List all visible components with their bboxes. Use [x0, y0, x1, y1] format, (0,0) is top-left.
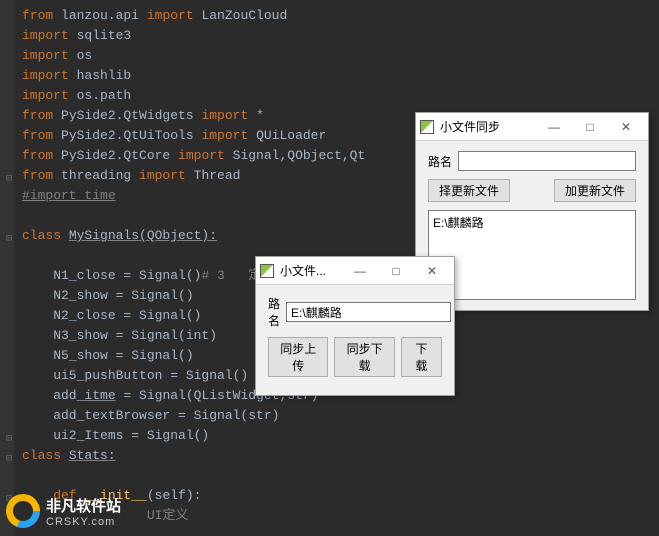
path-input[interactable]	[458, 151, 636, 171]
window-title: 小文件同步	[440, 118, 500, 135]
app-icon	[420, 120, 434, 134]
file-list[interactable]: E:\麒麟路	[428, 210, 636, 300]
list-item[interactable]: E:\麒麟路	[433, 213, 631, 232]
class-mysignals: MySignals(QObject):	[69, 228, 217, 243]
watermark-url: CRSKY.com	[46, 516, 121, 528]
maximize-button[interactable]: □	[378, 259, 414, 283]
watermark-title: 非凡软件站	[46, 495, 121, 516]
dialog-sync-small[interactable]: 小文件... — □ ✕ 路名 同步上传 同步下载 下载	[255, 256, 455, 396]
close-button[interactable]: ✕	[608, 115, 644, 139]
maximize-button[interactable]: □	[572, 115, 608, 139]
path-label: 路名	[428, 153, 452, 170]
titlebar[interactable]: 小文件... — □ ✕	[256, 257, 454, 285]
sync-upload-button[interactable]: 同步上传	[268, 337, 328, 377]
commented-import: #import time	[22, 188, 116, 203]
watermark: 非凡软件站 CRSKY.com	[6, 494, 121, 528]
sync-download-button[interactable]: 同步下载	[334, 337, 394, 377]
kw-from: from	[22, 8, 61, 23]
close-button[interactable]: ✕	[414, 259, 450, 283]
download-button[interactable]: 下载	[401, 337, 442, 377]
class-stats: Stats:	[69, 448, 116, 463]
select-new-file-button[interactable]: 择更新文件	[428, 179, 510, 202]
watermark-logo-icon	[6, 494, 40, 528]
add-new-file-button[interactable]: 加更新文件	[554, 179, 636, 202]
path-input[interactable]	[286, 302, 451, 322]
minimize-button[interactable]: —	[342, 259, 378, 283]
titlebar[interactable]: 小文件同步 — □ ✕	[416, 113, 648, 141]
path-label: 路名	[268, 295, 280, 329]
app-icon	[260, 264, 274, 278]
minimize-button[interactable]: —	[536, 115, 572, 139]
window-title: 小文件...	[280, 262, 326, 279]
